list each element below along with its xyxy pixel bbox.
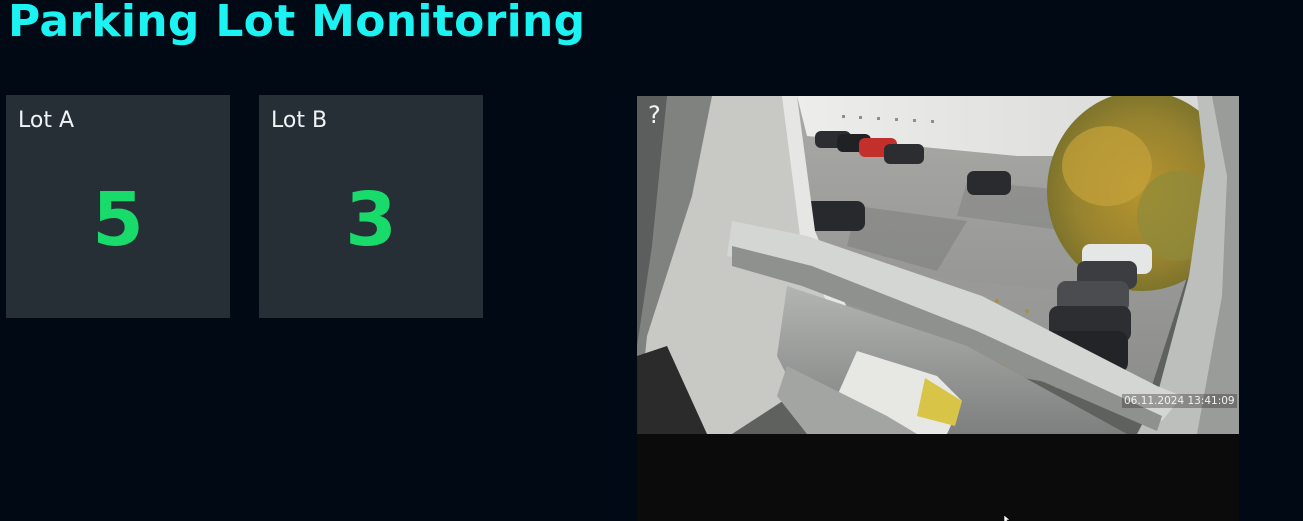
camera-panel: ? 06.11.2024 13:41:09 bbox=[637, 96, 1239, 521]
help-icon[interactable]: ? bbox=[648, 98, 661, 132]
lot-a-tile: Lot A 5 bbox=[6, 95, 230, 318]
camera-feed-image bbox=[637, 96, 1239, 434]
mouse-cursor-icon bbox=[1004, 515, 1011, 521]
lot-b-tile: Lot B 3 bbox=[259, 95, 483, 318]
lot-b-label: Lot B bbox=[271, 108, 328, 133]
lot-a-label: Lot A bbox=[18, 108, 74, 133]
page-title: Parking Lot Monitoring bbox=[8, 0, 586, 47]
lot-b-count: 3 bbox=[345, 177, 397, 263]
dashboard: Parking Lot Monitoring Lot A 5 Lot B 3 ?… bbox=[0, 0, 1303, 521]
lot-a-count: 5 bbox=[92, 177, 144, 263]
camera-timestamp: 06.11.2024 13:41:09 bbox=[1122, 394, 1237, 408]
